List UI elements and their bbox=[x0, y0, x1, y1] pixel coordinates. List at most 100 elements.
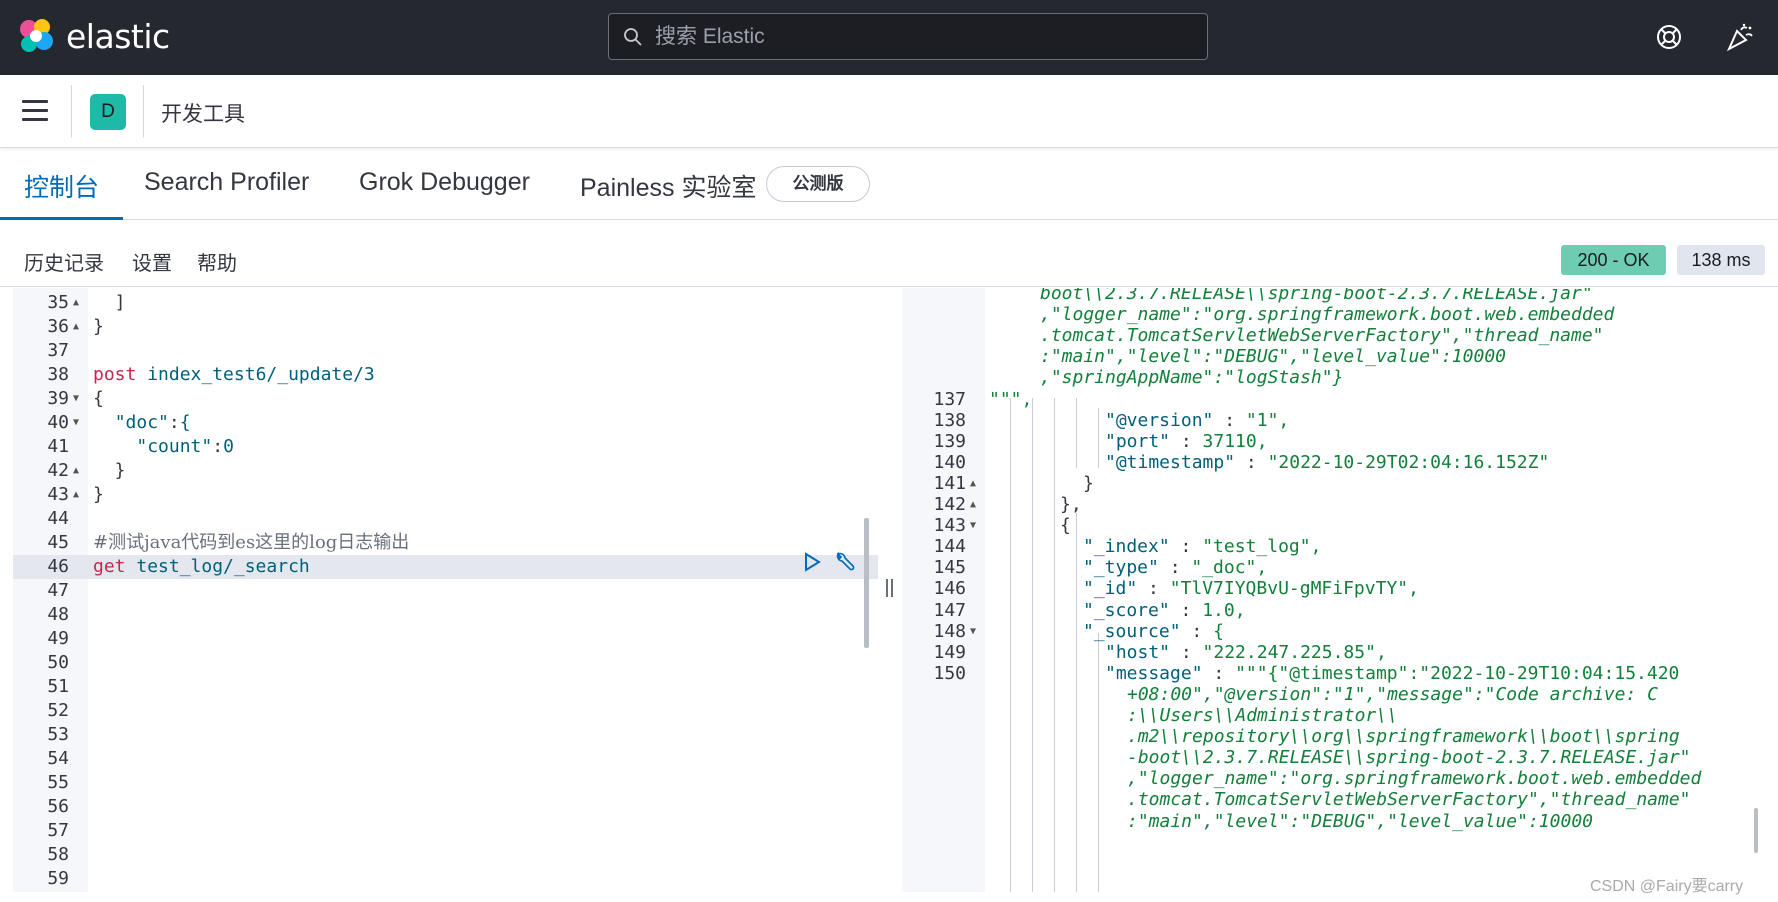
line-number: 35 bbox=[47, 292, 69, 313]
request-time-badge: 138 ms bbox=[1677, 245, 1765, 275]
help-lifebuoy-icon[interactable] bbox=[1654, 22, 1684, 52]
output-scrollbar[interactable] bbox=[1754, 808, 1758, 853]
editor-line[interactable]: 54 bbox=[13, 747, 878, 771]
editor-line[interactable]: 55 bbox=[13, 771, 878, 795]
search-input[interactable] bbox=[655, 14, 1195, 59]
editor-line[interactable]: 39 ▼ { bbox=[13, 387, 878, 411]
devtools-tabs: 控制台 Search Profiler Grok Debugger Painle… bbox=[0, 148, 1778, 220]
tab-search-profiler[interactable]: Search Profiler bbox=[144, 168, 309, 220]
line-number: 55 bbox=[47, 772, 69, 793]
line-number: 47 bbox=[47, 580, 69, 601]
line-number: 42 bbox=[47, 460, 69, 481]
response-text: :"main","level":"DEBUG","level_value":10… bbox=[1127, 810, 1593, 832]
newsfeed-cheer-icon[interactable] bbox=[1725, 22, 1755, 52]
editor-line[interactable]: 49 bbox=[13, 627, 878, 651]
pane-resizer[interactable] bbox=[878, 288, 902, 892]
editor-scrollbar[interactable] bbox=[864, 518, 869, 648]
divider bbox=[143, 85, 144, 138]
wrench-actions-icon[interactable] bbox=[832, 550, 856, 574]
editor-line[interactable]: 47 bbox=[13, 579, 878, 603]
editor-line[interactable]: 50 bbox=[13, 651, 878, 675]
tab-console[interactable]: 控制台 bbox=[0, 168, 124, 220]
request-editor[interactable]: 35 ▲ ] 36 ▲} 37 38 post index_test6/_update/3 3… bbox=[13, 288, 878, 892]
code-text: "count":0 bbox=[136, 436, 234, 457]
response-output[interactable]: boot\\2.3.7.RELEASE\\spring-boot-2.3.7.R… bbox=[902, 288, 1778, 892]
fold-toggle-icon[interactable]: ▲ bbox=[73, 315, 79, 339]
code-text: #测试java代码到es这里的log日志输出 bbox=[93, 532, 410, 553]
watermark: CSDN @Fairy要carry bbox=[1590, 878, 1744, 895]
elastic-logo-icon[interactable] bbox=[17, 17, 55, 55]
beta-badge: 公测版 bbox=[766, 166, 870, 202]
editor-line[interactable]: 57 bbox=[13, 819, 878, 843]
editor-line[interactable]: 46 get test_log/_search bbox=[13, 555, 878, 579]
fold-toggle-icon[interactable]: ▼ bbox=[73, 411, 79, 435]
line-number: 59 bbox=[47, 868, 69, 889]
line-number: 58 bbox=[47, 844, 69, 865]
line-number: 50 bbox=[47, 652, 69, 673]
fold-toggle-icon[interactable]: ▲ bbox=[73, 483, 79, 507]
fold-toggle-icon[interactable]: ▲ bbox=[73, 459, 79, 483]
code-text: } bbox=[93, 484, 104, 505]
line-number: 41 bbox=[47, 436, 69, 457]
editor-line[interactable]: 42 ▲ } bbox=[13, 459, 878, 483]
line-number: 54 bbox=[47, 748, 69, 769]
tab-grok-debugger[interactable]: Grok Debugger bbox=[359, 168, 530, 220]
line-number: 44 bbox=[47, 508, 69, 529]
line-number: 57 bbox=[47, 820, 69, 841]
line-number: 48 bbox=[47, 604, 69, 625]
divider bbox=[71, 85, 72, 138]
code-text: ] bbox=[93, 292, 126, 313]
brand-name[interactable]: elastic bbox=[66, 17, 170, 56]
fold-toggle-icon[interactable]: ▼ bbox=[73, 387, 79, 411]
top-header: elastic bbox=[0, 0, 1778, 75]
line-number: 53 bbox=[47, 724, 69, 745]
status-badge: 200 - OK bbox=[1561, 245, 1666, 275]
menu-toggle-icon[interactable] bbox=[22, 100, 48, 122]
search-icon bbox=[624, 28, 642, 46]
editor-line[interactable]: 56 bbox=[13, 795, 878, 819]
line-number: 51 bbox=[47, 676, 69, 697]
line-number: 37 bbox=[47, 340, 69, 361]
code-text: { bbox=[93, 388, 104, 409]
settings-link[interactable]: 设置 bbox=[132, 247, 172, 276]
line-number: 46 bbox=[47, 556, 69, 577]
breadcrumb: 开发工具 bbox=[161, 103, 245, 126]
editor-line[interactable]: 51 bbox=[13, 675, 878, 699]
output-line: :"main","level":"DEBUG","level_value":10… bbox=[902, 810, 1778, 834]
editor-line[interactable]: 40 ▼ "doc":{ bbox=[13, 411, 878, 435]
editor-line[interactable]: 41 "count":0 bbox=[13, 435, 878, 459]
editor-line[interactable]: 48 bbox=[13, 603, 878, 627]
editor-line[interactable]: 35 ▲ ] bbox=[13, 291, 878, 315]
line-number: 43 bbox=[47, 484, 69, 505]
console-toolbar: 历史记录 设置 帮助 200 - OK 138 ms bbox=[0, 221, 1778, 287]
line-number: 45 bbox=[47, 532, 69, 553]
help-link[interactable]: 帮助 bbox=[197, 247, 237, 276]
editor-line[interactable]: 45 #测试java代码到es这里的log日志输出 bbox=[13, 531, 878, 555]
global-search[interactable] bbox=[608, 13, 1208, 60]
editor-line[interactable]: 59 bbox=[13, 867, 878, 891]
editor-line[interactable]: 53 bbox=[13, 723, 878, 747]
fold-toggle-icon[interactable]: ▲ bbox=[73, 291, 79, 315]
line-number: 52 bbox=[47, 700, 69, 721]
editor-line[interactable]: 37 bbox=[13, 339, 878, 363]
editor-line[interactable]: 58 bbox=[13, 843, 878, 867]
space-avatar[interactable]: D bbox=[90, 94, 126, 130]
code-text: } bbox=[93, 316, 104, 337]
line-number: 56 bbox=[47, 796, 69, 817]
editor-line[interactable]: 44 bbox=[13, 507, 878, 531]
editor-line[interactable]: 43 ▲} bbox=[13, 483, 878, 507]
send-request-icon[interactable] bbox=[802, 551, 822, 573]
editor-line[interactable]: 52 bbox=[13, 699, 878, 723]
code-text: post index_test6/_update/3 bbox=[93, 364, 375, 385]
tab-painless-lab[interactable]: Painless 实验室 bbox=[580, 168, 756, 220]
code-text: "doc":{ bbox=[114, 412, 191, 433]
line-number: 38 bbox=[47, 364, 69, 385]
breadcrumb-bar: D 开发工具 bbox=[0, 75, 1778, 148]
line-number: 36 bbox=[47, 316, 69, 337]
editor-line[interactable]: 38 post index_test6/_update/3 bbox=[13, 363, 878, 387]
line-number: 39 bbox=[47, 388, 69, 409]
line-number: 40 bbox=[47, 412, 69, 433]
history-link[interactable]: 历史记录 bbox=[24, 247, 104, 276]
line-number: 49 bbox=[47, 628, 69, 649]
editor-line[interactable]: 36 ▲} bbox=[13, 315, 878, 339]
